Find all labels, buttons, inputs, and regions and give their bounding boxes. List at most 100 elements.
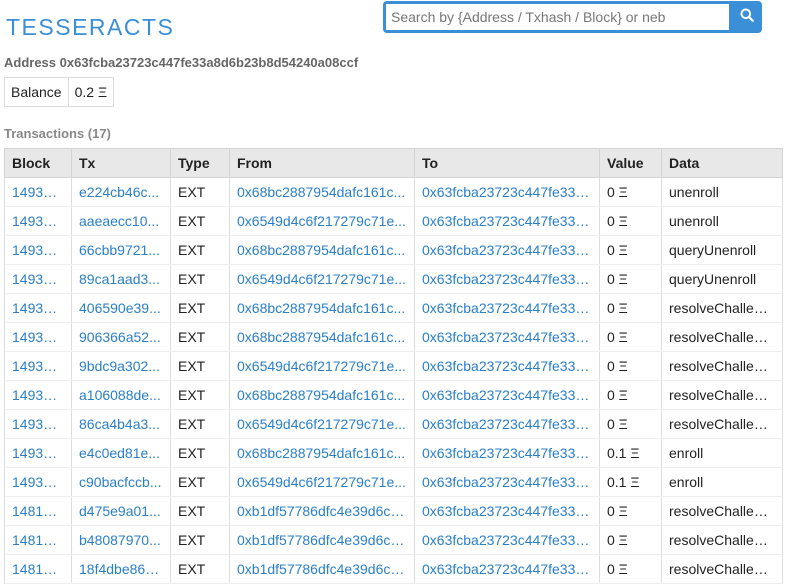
- cell-type: EXT: [170, 293, 230, 323]
- cell-tx-hash[interactable]: c90bacfccb...: [71, 467, 171, 497]
- transactions-table: Block Tx Type From To Value Data 1493585…: [4, 148, 783, 584]
- site-logo[interactable]: TESSERACTS: [6, 14, 174, 41]
- cell-to-address[interactable]: 0x63fcba23723c447fe33a...: [414, 177, 600, 207]
- cell-block[interactable]: 1493357: [4, 380, 72, 410]
- cell-tx-hash[interactable]: 906366a52...: [71, 322, 171, 352]
- cell-to-address[interactable]: 0x63fcba23723c447fe33a...: [414, 235, 600, 265]
- cell-value: 0 Ξ: [599, 264, 662, 294]
- cell-tx-hash[interactable]: e4c0ed81e...: [71, 438, 171, 468]
- table-header-row: Block Tx Type From To Value Data: [4, 148, 783, 178]
- cell-block[interactable]: 1493373: [4, 293, 72, 323]
- cell-type: EXT: [170, 380, 230, 410]
- cell-data: enroll: [661, 438, 783, 468]
- cell-to-address[interactable]: 0x63fcba23723c447fe33a...: [414, 380, 600, 410]
- cell-tx-hash[interactable]: a106088de...: [71, 380, 171, 410]
- cell-tx-hash[interactable]: 9bdc9a302...: [71, 351, 171, 381]
- cell-from-address[interactable]: 0x68bc2887954dafc161c...: [229, 380, 415, 410]
- cell-from-address[interactable]: 0x68bc2887954dafc161c...: [229, 322, 415, 352]
- cell-type: EXT: [170, 351, 230, 381]
- cell-data: queryUnenroll: [661, 264, 783, 294]
- cell-data: resolveChallenge: [661, 293, 783, 323]
- cell-type: EXT: [170, 409, 230, 439]
- cell-block[interactable]: 1493534: [4, 264, 72, 294]
- cell-value: 0 Ξ: [599, 322, 662, 352]
- cell-block[interactable]: 1493249: [4, 467, 72, 497]
- cell-block[interactable]: 1493257: [4, 438, 72, 468]
- table-row: 1493534 89ca1aad3... EXT 0x6549d4c6f217279c…: [4, 264, 783, 294]
- column-header-type: Type: [170, 148, 230, 178]
- cell-tx-hash[interactable]: 66cbb9721...: [71, 235, 171, 265]
- table-row: 1481813 b48087970... EXT 0xb1df57786dfc4e39…: [4, 525, 783, 555]
- cell-from-address[interactable]: 0x68bc2887954dafc161c...: [229, 438, 415, 468]
- cell-block[interactable]: 1481805: [4, 554, 72, 584]
- cell-type: EXT: [170, 206, 230, 236]
- cell-data: resolveChallenge: [661, 351, 783, 381]
- cell-to-address[interactable]: 0x63fcba23723c447fe33a...: [414, 496, 600, 526]
- cell-from-address[interactable]: 0x6549d4c6f217279c71e...: [229, 351, 415, 381]
- table-row: 1493257 e4c0ed81e... EXT 0x68bc2887954dafc1…: [4, 438, 783, 468]
- cell-tx-hash[interactable]: d475e9a01...: [71, 496, 171, 526]
- cell-from-address[interactable]: 0x68bc2887954dafc161c...: [229, 293, 415, 323]
- cell-tx-hash[interactable]: 86ca4b4a3...: [71, 409, 171, 439]
- cell-value: 0.1 Ξ: [599, 438, 662, 468]
- table-row: 1493357 a106088de... EXT 0x68bc2887954dafc1…: [4, 380, 783, 410]
- cell-type: EXT: [170, 322, 230, 352]
- cell-data: queryUnenroll: [661, 235, 783, 265]
- cell-block[interactable]: 1481821: [4, 496, 72, 526]
- cell-tx-hash[interactable]: b48087970...: [71, 525, 171, 555]
- cell-to-address[interactable]: 0x63fcba23723c447fe33a...: [414, 264, 600, 294]
- column-header-block: Block: [4, 148, 72, 178]
- cell-from-address[interactable]: 0x68bc2887954dafc161c...: [229, 177, 415, 207]
- cell-to-address[interactable]: 0x63fcba23723c447fe33a...: [414, 206, 600, 236]
- cell-value: 0 Ξ: [599, 380, 662, 410]
- cell-type: EXT: [170, 554, 230, 584]
- table-row: 1481805 18f4dbe86c... EXT 0xb1df57786dfc4e3…: [4, 554, 783, 584]
- cell-to-address[interactable]: 0x63fcba23723c447fe33a...: [414, 409, 600, 439]
- cell-to-address[interactable]: 0x63fcba23723c447fe33a...: [414, 525, 600, 555]
- cell-to-address[interactable]: 0x63fcba23723c447fe33a...: [414, 467, 600, 497]
- cell-value: 0 Ξ: [599, 177, 662, 207]
- cell-block[interactable]: 1493585: [4, 177, 72, 207]
- search-icon: [740, 8, 754, 27]
- cell-value: 0 Ξ: [599, 351, 662, 381]
- table-row: 1493585 e224cb46c... EXT 0x68bc2887954dafc1…: [4, 177, 783, 207]
- cell-from-address[interactable]: 0xb1df57786dfc4e39d6ce...: [229, 554, 415, 584]
- cell-tx-hash[interactable]: 406590e39...: [71, 293, 171, 323]
- search-button[interactable]: [731, 1, 762, 33]
- table-row: 1481821 d475e9a01... EXT 0xb1df57786dfc4e39…: [4, 496, 783, 526]
- cell-data: resolveChallenge: [661, 409, 783, 439]
- cell-from-address[interactable]: 0x6549d4c6f217279c71e...: [229, 409, 415, 439]
- cell-tx-hash[interactable]: aaeaecc10...: [71, 206, 171, 236]
- cell-block[interactable]: 1493365: [4, 351, 72, 381]
- cell-value: 0 Ξ: [599, 496, 662, 526]
- cell-block[interactable]: 1493366: [4, 322, 72, 352]
- cell-type: EXT: [170, 235, 230, 265]
- cell-block[interactable]: 1481813: [4, 525, 72, 555]
- column-header-from: From: [229, 148, 415, 178]
- cell-from-address[interactable]: 0x6549d4c6f217279c71e...: [229, 206, 415, 236]
- cell-to-address[interactable]: 0x63fcba23723c447fe33a...: [414, 351, 600, 381]
- cell-block[interactable]: 1493537: [4, 235, 72, 265]
- column-header-value: Value: [599, 148, 662, 178]
- cell-type: EXT: [170, 525, 230, 555]
- table-row: 1493373 406590e39... EXT 0x68bc2887954dafc1…: [4, 293, 783, 323]
- cell-data: resolveChallenge: [661, 380, 783, 410]
- cell-tx-hash[interactable]: 18f4dbe86c...: [71, 554, 171, 584]
- balance-table: Balance 0.2 Ξ: [4, 77, 115, 107]
- search-input[interactable]: [386, 4, 729, 30]
- cell-block[interactable]: 1493356: [4, 409, 72, 439]
- cell-tx-hash[interactable]: e224cb46c...: [71, 177, 171, 207]
- cell-to-address[interactable]: 0x63fcba23723c447fe33a...: [414, 554, 600, 584]
- cell-from-address[interactable]: 0x68bc2887954dafc161c...: [229, 235, 415, 265]
- cell-from-address[interactable]: 0x6549d4c6f217279c71e...: [229, 467, 415, 497]
- cell-from-address[interactable]: 0xb1df57786dfc4e39d6ce...: [229, 496, 415, 526]
- cell-value: 0 Ξ: [599, 554, 662, 584]
- cell-from-address[interactable]: 0xb1df57786dfc4e39d6ce...: [229, 525, 415, 555]
- cell-from-address[interactable]: 0x6549d4c6f217279c71e...: [229, 264, 415, 294]
- cell-block[interactable]: 1493582: [4, 206, 72, 236]
- cell-to-address[interactable]: 0x63fcba23723c447fe33a...: [414, 322, 600, 352]
- cell-to-address[interactable]: 0x63fcba23723c447fe33a...: [414, 438, 600, 468]
- cell-to-address[interactable]: 0x63fcba23723c447fe33a...: [414, 293, 600, 323]
- cell-value: 0 Ξ: [599, 525, 662, 555]
- cell-tx-hash[interactable]: 89ca1aad3...: [71, 264, 171, 294]
